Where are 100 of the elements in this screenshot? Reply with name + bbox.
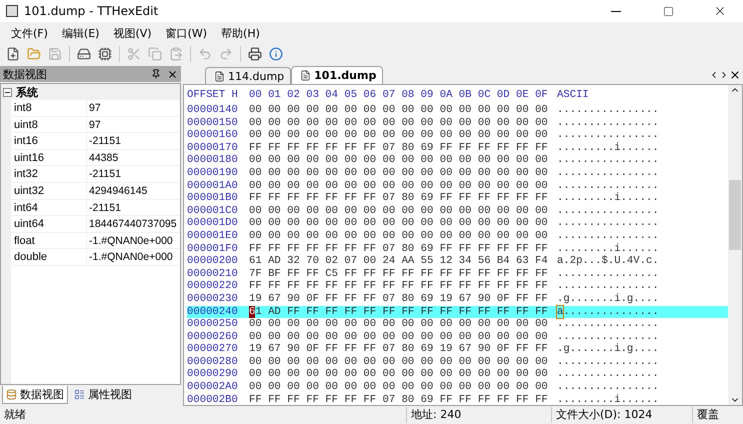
toolbar-button[interactable] [246,45,264,63]
offset-label: 000001F0 [187,242,239,256]
status-text: 就绪 [3,407,27,423]
offset-header: OFFSET H [187,88,239,103]
chip-icon [98,47,112,61]
offset-label: 000001C0 [187,204,239,218]
hex-bytes: 61 AD FF FF FF FF FF FF FF FF FF FF FF FF FF FF [249,306,549,318]
menu-item[interactable]: 窗口(W) [158,26,214,40]
property-value: 97 [88,118,102,133]
ascii-text: ................ [557,280,660,293]
group-label: 系统 [16,86,38,100]
hex-row[interactable]: 000002B0 FF FF FF FF FF FF FF 07 80 69 FF FF FF FF FF FF .........i...... [187,394,728,406]
hex-row[interactable]: 00000180 00 00 00 00 00 00 00 00 00 00 00 00 00 00 00 00 ................ [187,154,728,167]
offset-label: 000001B0 [187,192,239,205]
panel-tab[interactable]: 属性视图 [70,386,136,404]
hex-row[interactable]: 00000190 00 00 00 00 00 00 00 00 00 00 00 00 00 00 00 00 ................ [187,166,728,180]
hex-row[interactable]: 00000290 00 00 00 00 00 00 00 00 00 00 00 00 00 00 00 00 ................ [187,368,728,382]
hex-bytes: 00 00 00 00 00 00 00 00 00 00 00 00 00 00 00 00 [249,330,549,344]
offset-label: 00000230 [187,292,239,306]
offset-label: 00000190 [187,166,239,180]
hex-row[interactable]: 00000230 19 67 90 0F FF FF FF 07 80 69 19 67 90 0F FF FF .g.......i.g.... [187,292,728,306]
hex-row[interactable]: 00000250 00 00 00 00 00 00 00 00 00 00 00 00 00 00 00 00 ................ [187,318,728,331]
menu-item[interactable]: 视图(V) [106,26,159,40]
document-tab[interactable]: 114.dump [205,67,292,84]
scrollbar-thumb[interactable] [729,180,741,250]
offset-label: 00000170 [187,142,239,154]
vertical-scrollbar[interactable] [728,85,742,405]
property-name: uint64 [11,216,87,232]
hex-bytes: 7F BF FF FF C5 FF FF FF FF FF FF FF FF FF FF FF [249,268,549,280]
document-tab[interactable]: 101.dump [291,66,384,84]
hex-row[interactable]: 00000200 61 AD 32 70 02 07 00 24 AA 55 12 34 56 B4 63 F4 a.2p...$.U.4V.c. [187,255,728,268]
ascii-header: ASCII [557,88,590,103]
close-icon[interactable] [167,68,178,80]
ascii-text: ................ [557,381,660,394]
hex-bytes: FF FF FF FF FF FF FF 07 80 69 FF FF FF FF FF FF [249,192,549,205]
ascii-text: ................ [557,129,660,142]
hex-row[interactable]: 00000270 19 67 90 0F FF FF FF 07 80 69 19 67 90 0F FF FF .g.......i.g.... [187,343,728,356]
hex-row[interactable]: 00000210 7F BF FF FF C5 FF FF FF FF FF FF FF FF FF FF FF ................ [187,268,728,280]
hex-bytes: 19 67 90 0F FF FF FF 07 80 69 19 67 90 0F FF FF [249,343,549,356]
ascii-text: .........i...... [557,142,660,154]
property-value: 4294946145 [88,184,148,199]
property-value: -21151 [88,200,122,216]
open-folder-icon [27,47,41,61]
toolbar-button[interactable] [267,45,285,63]
offset-label: 00000270 [187,343,239,356]
ascii-text: ................ [557,230,660,243]
pin-icon[interactable] [151,69,161,79]
hex-row[interactable]: 000001E0 00 00 00 00 00 00 00 00 00 00 00 00 00 00 00 00 ................ [187,230,728,243]
menu-item[interactable]: 帮助(H) [214,26,267,40]
ascii-text: ................ [557,356,660,368]
menu-item[interactable]: 文件(F) [4,26,55,40]
hex-bytes: 00 00 00 00 00 00 00 00 00 00 00 00 00 00 00 00 [249,368,549,382]
hex-row[interactable]: 000001C0 00 00 00 00 00 00 00 00 00 00 00 00 00 00 00 00 ................ [187,204,728,218]
offset-label: 00000200 [187,255,239,268]
hex-row[interactable]: 00000170 FF FF FF FF FF FF FF 07 80 69 FF FF FF FF FF FF .........i...... [187,142,728,154]
property-value: -21151 [88,134,122,150]
offset-label: 00000260 [187,330,239,344]
hex-bytes: FF FF FF FF FF FF FF 07 80 69 FF FF FF FF FF FF [249,394,549,406]
hex-row[interactable]: 00000240 61 AD FF FF FF FF FF FF FF FF FF FF FF FF FF FF a............... [187,306,728,318]
hex-row[interactable]: 00000260 00 00 00 00 00 00 00 00 00 00 00 00 00 00 00 00 ................ [187,330,728,344]
collapse-toggle[interactable] [3,88,12,96]
list-icon [74,389,85,400]
hex-bytes: FF FF FF FF FF FF FF FF FF FF FF FF FF FF FF FF [249,280,549,293]
toolbar-button[interactable] [96,45,114,63]
save-icon [48,47,62,61]
new-file-icon [6,47,20,61]
hex-row[interactable]: 00000150 00 00 00 00 00 00 00 00 00 00 00 00 00 00 00 00 ................ [187,116,728,130]
hex-row[interactable]: 00000280 00 00 00 00 00 00 00 00 00 00 00 00 00 00 00 00 ................ [187,356,728,368]
ascii-text: ................ [557,116,660,130]
hex-bytes: FF FF FF FF FF FF FF 07 80 69 FF FF FF FF FF FF [249,242,549,256]
panel-tab[interactable]: 数据视图 [2,386,68,404]
property-name: int64 [11,200,87,216]
offset-label: 00000150 [187,116,239,130]
hex-row[interactable]: 00000140 00 00 00 00 00 00 00 00 00 00 00 00 00 00 00 00 ................ [187,104,728,117]
offset-label: 000001E0 [187,230,239,243]
property-name: int8 [11,100,87,116]
menu-item[interactable]: 编辑(E) [54,26,106,40]
hex-bytes: 00 00 00 00 00 00 00 00 00 00 00 00 00 00 00 00 [249,204,549,218]
hex-row[interactable]: 00000220 FF FF FF FF FF FF FF FF FF FF FF FF FF FF FF FF ................ [187,280,728,293]
hex-row[interactable]: 000002A0 00 00 00 00 00 00 00 00 00 00 00 00 00 00 00 00 ................ [187,381,728,394]
offset-label: 00000250 [187,318,239,331]
hex-row[interactable]: 000001F0 FF FF FF FF FF FF FF 07 80 69 FF FF FF FF FF FF .........i...... [187,242,728,256]
column-header: 00 01 02 03 04 05 06 07 08 09 0A 0B 0C 0D 0E 0F [249,88,549,103]
hex-bytes: 00 00 00 00 00 00 00 00 00 00 00 00 00 00 00 00 [249,381,549,394]
status-text: 覆盖 [692,407,743,423]
close-icon[interactable] [729,69,741,81]
ascii-text: ................ [557,166,660,180]
hex-row[interactable]: 000001D0 00 00 00 00 00 00 00 00 00 00 00 00 00 00 00 00 ................ [187,217,728,230]
hex-row[interactable]: 000001A0 00 00 00 00 00 00 00 00 00 00 00 00 00 00 00 00 ................ [187,180,728,192]
info-icon [269,47,283,61]
hex-row[interactable]: 00000160 00 00 00 00 00 00 00 00 00 00 00 00 00 00 00 00 ................ [187,129,728,142]
hex-bytes: 00 00 00 00 00 00 00 00 00 00 00 00 00 00 00 00 [249,230,549,243]
hex-row[interactable]: 000001B0 FF FF FF FF FF FF FF 07 80 69 FF FF FF FF FF FF .........i...... [187,192,728,205]
property-name: float [11,232,87,249]
ascii-text: a............... [557,306,660,318]
file-icon [214,70,225,82]
panel-title: 数据视图 [3,66,48,82]
offset-label: 00000210 [187,268,239,280]
offset-label: 00000290 [187,368,239,382]
drive-icon [77,47,91,61]
